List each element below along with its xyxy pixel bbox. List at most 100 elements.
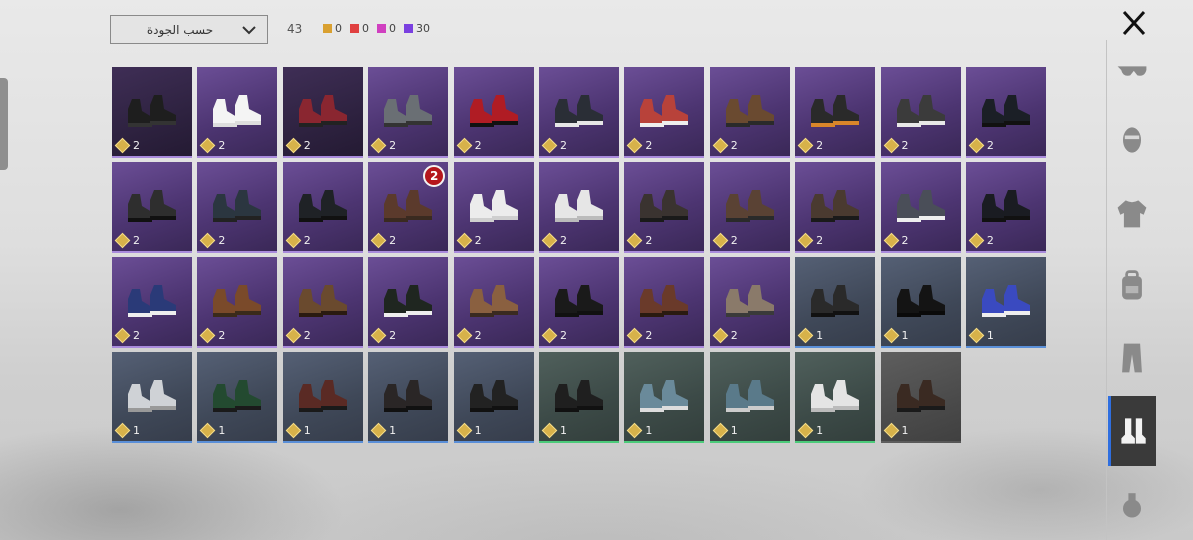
inventory-item[interactable]: 2 [624, 162, 705, 253]
diamond-icon [114, 327, 131, 344]
item-count-value: 1 [986, 329, 994, 342]
inventory-item[interactable]: 2 [112, 162, 192, 253]
item-count: 2 [712, 232, 738, 249]
diamond-icon [883, 327, 899, 344]
item-count: 2 [712, 137, 738, 154]
item-count: 2 [968, 137, 994, 154]
inventory-item[interactable]: 2 [282, 162, 363, 253]
item-count-value: 1 [218, 424, 226, 437]
diamond-icon [968, 327, 985, 344]
item-count: 2 [541, 232, 567, 249]
item-count: 1 [883, 327, 909, 344]
item-count-value: 1 [474, 424, 482, 437]
item-count-value: 1 [559, 424, 567, 437]
inventory-item[interactable]: 1 [880, 257, 961, 348]
inventory-item[interactable]: 1 [709, 352, 790, 443]
diamond-icon [712, 137, 729, 154]
diamond-icon [712, 422, 729, 439]
rarity-counts: 0 0 0 30 [323, 22, 430, 35]
item-count-value: 1 [133, 424, 140, 437]
inventory-item[interactable]: 2 [368, 67, 449, 158]
item-count-value: 2 [218, 234, 226, 247]
inventory-item[interactable]: 2 [368, 257, 449, 348]
item-count-value: 1 [901, 329, 909, 342]
diamond-icon [968, 232, 985, 249]
shoe-icon [298, 190, 347, 222]
shoe-icon [469, 285, 518, 317]
item-count: 2 [200, 232, 226, 249]
category-top[interactable] [1108, 183, 1156, 243]
new-count-badge: 2 [423, 165, 446, 187]
inventory-item[interactable]: 2 [965, 162, 1046, 253]
category-backpack[interactable] [1108, 256, 1156, 316]
inventory-grid: 2222222222222222222222222222222111111111… [112, 67, 1046, 443]
item-count: 2 [797, 232, 823, 249]
inventory-item[interactable]: 1 [112, 352, 192, 443]
item-count-value: 2 [303, 139, 311, 152]
inventory-item[interactable]: 2 [197, 162, 278, 253]
inventory-item[interactable]: 1 [453, 352, 534, 443]
inventory-item[interactable]: 2 [965, 67, 1046, 158]
category-mask[interactable] [1108, 110, 1156, 170]
category-pants[interactable] [1108, 328, 1156, 388]
inventory-item[interactable]: 1 [538, 352, 619, 443]
shoe-icon [640, 95, 689, 127]
inventory-item[interactable]: 1 [880, 352, 961, 443]
inventory-item[interactable]: 2 [197, 257, 278, 348]
rarity-swatch-icon [377, 24, 386, 33]
item-count: 2 [370, 327, 396, 344]
inventory-item[interactable]: 2 [624, 67, 705, 158]
inventory-item[interactable]: 1 [624, 352, 705, 443]
item-count: 2 [541, 327, 567, 344]
pants-icon [1122, 343, 1142, 373]
diamond-icon [285, 422, 302, 439]
sort-dropdown[interactable]: حسب الجودة [110, 15, 268, 44]
inventory-item[interactable]: 2 [112, 67, 192, 158]
inventory-item[interactable]: 1 [795, 352, 876, 443]
shoe-icon [981, 190, 1030, 222]
inventory-item[interactable]: 2 [709, 162, 790, 253]
inventory-item[interactable]: 2 [538, 257, 619, 348]
shoe-icon [128, 95, 176, 127]
inventory-item[interactable]: 2 [282, 67, 363, 158]
inventory-item[interactable]: 1 [197, 352, 278, 443]
rarity-count-pink: 0 [377, 22, 396, 35]
category-grenade[interactable] [1108, 474, 1156, 534]
diamond-icon [370, 137, 387, 154]
inventory-item[interactable]: 2 [709, 67, 790, 158]
diamond-icon [797, 327, 814, 344]
category-glasses[interactable] [1108, 40, 1156, 100]
inventory-item[interactable]: 2 [453, 257, 534, 348]
item-count: 1 [370, 422, 397, 439]
inventory-item[interactable]: 2 [795, 162, 876, 253]
inventory-item[interactable]: 22 [368, 162, 449, 253]
inventory-item[interactable]: 2 [880, 67, 961, 158]
item-count: 1 [541, 422, 567, 439]
inventory-item[interactable]: 2 [624, 257, 705, 348]
item-count-value: 2 [474, 139, 482, 152]
inventory-item[interactable]: 2 [197, 67, 278, 158]
item-count-value: 2 [133, 329, 140, 342]
inventory-item[interactable]: 2 [795, 67, 876, 158]
inventory-item[interactable]: 2 [282, 257, 363, 348]
item-count: 2 [627, 137, 652, 154]
item-count: 2 [370, 232, 396, 249]
inventory-item[interactable]: 2 [709, 257, 790, 348]
inventory-item[interactable]: 1 [965, 257, 1046, 348]
inventory-item[interactable]: 1 [368, 352, 449, 443]
inventory-item[interactable]: 2 [880, 162, 961, 253]
inventory-item[interactable]: 2 [538, 162, 619, 253]
inventory-item[interactable]: 1 [795, 257, 876, 348]
inventory-item[interactable]: 2 [453, 67, 534, 158]
diamond-icon [456, 327, 472, 344]
category-shoes[interactable] [1108, 396, 1156, 466]
side-drawer-handle[interactable] [0, 78, 8, 170]
inventory-item[interactable]: 1 [282, 352, 363, 443]
inventory-item[interactable]: 2 [112, 257, 192, 348]
inventory-item[interactable]: 2 [538, 67, 619, 158]
inventory-item[interactable]: 2 [453, 162, 534, 253]
close-button[interactable] [1118, 8, 1150, 38]
shoe-icon [384, 190, 433, 222]
item-count-value: 1 [389, 424, 397, 437]
diamond-icon [456, 232, 472, 249]
